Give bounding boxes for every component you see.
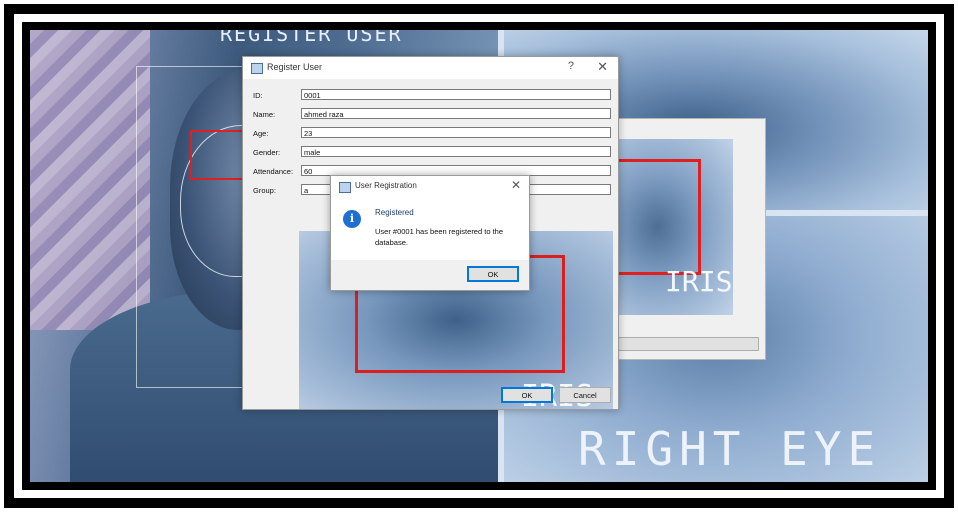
messagebox-heading: Registered bbox=[375, 208, 414, 217]
register-dialog-title: Register User bbox=[267, 62, 323, 72]
background-iris-label: IRIS bbox=[665, 265, 733, 298]
background-iris-box bbox=[607, 159, 701, 275]
register-user-banner: REGISTER USER bbox=[220, 30, 403, 46]
name-field[interactable]: ahmed raza bbox=[301, 108, 611, 119]
register-titlebar: Register User ? ✕ bbox=[243, 57, 618, 79]
name-label: Name: bbox=[253, 110, 276, 119]
messagebox-title: User Registration bbox=[355, 181, 417, 190]
gender-field[interactable]: male bbox=[301, 146, 611, 157]
messagebox-close-button[interactable]: ✕ bbox=[511, 178, 521, 192]
messagebox-titlebar: User Registration ✕ bbox=[331, 176, 529, 196]
background-progress-bar bbox=[597, 337, 759, 351]
messagebox-ok-button[interactable]: OK bbox=[467, 266, 519, 282]
background-iris-image: IRIS bbox=[607, 139, 733, 315]
messagebox-footer: OK bbox=[331, 260, 529, 290]
info-icon: i bbox=[343, 210, 361, 228]
age-field[interactable]: 23 bbox=[301, 127, 611, 138]
cancel-button[interactable]: Cancel bbox=[559, 387, 611, 403]
age-label: Age: bbox=[253, 129, 269, 138]
attendance-label: Attendance: bbox=[253, 167, 294, 176]
right-eye-label: RIGHT EYE bbox=[578, 422, 882, 476]
help-button[interactable]: ? bbox=[568, 60, 574, 72]
window-app-icon bbox=[251, 63, 263, 74]
window-app-icon bbox=[339, 182, 351, 193]
eye-detection-box bbox=[190, 130, 244, 180]
ok-button[interactable]: OK bbox=[501, 387, 553, 403]
gender-label: Gender: bbox=[253, 148, 281, 157]
id-label: ID: bbox=[253, 91, 263, 100]
id-field[interactable]: 0001 bbox=[301, 89, 611, 100]
user-registration-messagebox: User Registration ✕ i Registered User #0… bbox=[330, 175, 530, 291]
close-button[interactable]: ✕ bbox=[597, 59, 608, 75]
messagebox-body: User #0001 has been registered to the da… bbox=[375, 227, 504, 247]
screenshot-canvas: REGISTER USER RIGHT EYE IRIS Register Us… bbox=[30, 30, 928, 482]
group-label: Group: bbox=[253, 186, 276, 195]
curtain-background bbox=[30, 30, 150, 330]
